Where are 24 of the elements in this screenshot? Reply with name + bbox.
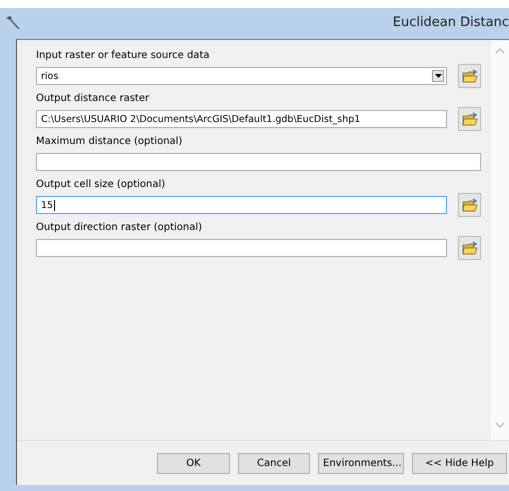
browse-folder-button[interactable] [458,64,481,88]
folder-icon [462,69,478,83]
dialog-button[interactable]: OK [157,452,230,474]
dialog-button[interactable]: << Hide Help [412,452,507,474]
dropdown-field[interactable]: rios [36,67,447,85]
dialog-button[interactable]: Cancel [238,452,310,474]
folder-icon [462,241,478,255]
browse-folder-button[interactable] [458,107,481,131]
hammer-icon [5,16,21,30]
input-field[interactable]: 15 [36,196,447,214]
parameter-label: Output cell size (optional) [36,179,166,191]
folder-icon [462,198,478,212]
parameter-label: Output direction raster (optional) [36,222,204,234]
window-title: Euclidean Distanc [392,15,509,30]
parameter-label: Input raster or feature source data [36,50,210,62]
browse-folder-button[interactable] [458,193,481,217]
input-field[interactable] [36,153,481,171]
browse-folder-button[interactable] [458,236,481,260]
folder-icon [462,112,478,126]
parameter-label: Output distance raster [36,93,150,105]
input-field[interactable] [36,239,447,257]
input-field[interactable]: C:\Users\USUARIO 2\Documents\ArcGIS\Default1.gdb\EucDist_shp1 [36,110,447,128]
parameter-label: Maximum distance (optional) [36,136,184,148]
dialog-button[interactable]: Environments... [318,452,404,474]
